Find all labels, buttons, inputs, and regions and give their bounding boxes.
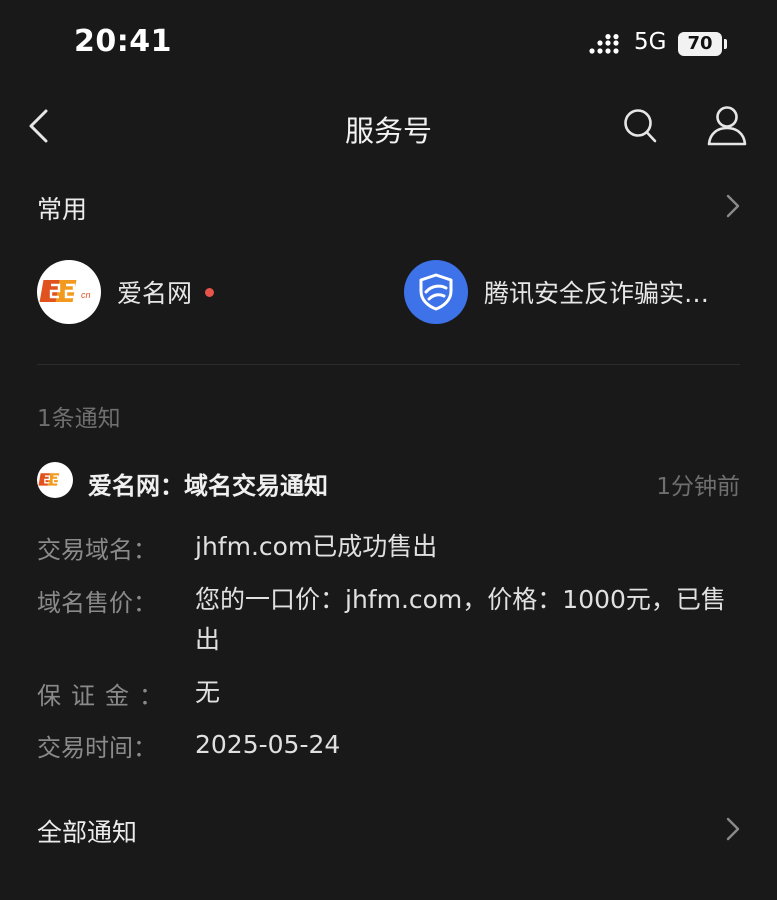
page-title: 服务号 — [344, 114, 432, 148]
field-label-deposit: 保证金： — [37, 682, 173, 710]
account-name: 爱名网 — [117, 279, 193, 308]
search-icon[interactable] — [622, 106, 658, 146]
common-account-tencent[interactable]: 腾讯安全反诈骗实… — [404, 260, 709, 324]
tencent-shield-icon — [404, 260, 468, 324]
chevron-right-icon[interactable] — [725, 192, 741, 220]
field-label-price: 域名售价： — [37, 589, 157, 617]
notification-time: 1分钟前 — [656, 474, 740, 500]
aiming-logo-icon: cn — [37, 260, 101, 324]
account-name: 腾讯安全反诈骗实… — [484, 279, 710, 308]
chevron-right-icon[interactable] — [725, 815, 741, 843]
profile-icon[interactable] — [706, 104, 748, 146]
section-divider — [37, 364, 740, 365]
field-label-time: 交易时间： — [37, 734, 157, 762]
22cn-logo-icon — [38, 473, 60, 486]
field-label-domain: 交易域名： — [37, 536, 157, 564]
common-section-title: 常用 — [37, 195, 88, 224]
field-value-time: 2025-05-24 — [195, 730, 341, 759]
field-value-price: 您的一口价：jhfm.com，价格：1000元，已售出 — [195, 585, 726, 654]
battery-icon: 70 — [678, 32, 722, 56]
unread-dot — [205, 287, 215, 297]
status-time: 20:41 — [74, 24, 172, 59]
signal-icon — [589, 34, 619, 54]
22cn-logo-icon: cn — [39, 280, 91, 302]
network-type: 5G — [634, 29, 667, 55]
battery-tip — [724, 39, 727, 49]
notification-avatar — [37, 462, 73, 498]
notification-title[interactable]: 爱名网：域名交易通知 — [88, 466, 328, 501]
all-notifications-link[interactable]: 全部通知 — [37, 813, 137, 849]
field-value-domain: jhfm.com已成功售出 — [195, 532, 438, 561]
field-value-deposit: 无 — [195, 678, 221, 707]
notification-count: 1条通知 — [37, 406, 121, 432]
battery-level: 70 — [687, 33, 713, 54]
shield-icon — [419, 273, 453, 311]
svg-text:cn: cn — [81, 290, 91, 300]
common-account-aiming[interactable]: cn 爱名网 — [37, 260, 215, 324]
